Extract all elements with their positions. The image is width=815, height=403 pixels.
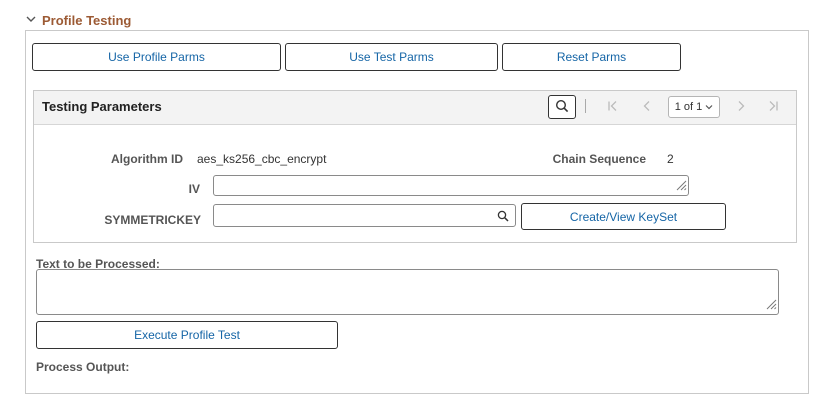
- chevron-down-icon: [705, 101, 713, 113]
- first-page-icon[interactable]: [606, 99, 620, 113]
- page-select-value: 1 of 1: [674, 101, 703, 113]
- algorithm-id-value: aes_ks256_cbc_encrypt: [197, 152, 327, 166]
- previous-page-icon[interactable]: [640, 99, 654, 113]
- section-header[interactable]: Profile Testing: [26, 11, 131, 29]
- toolbar-divider: [585, 99, 586, 113]
- execute-profile-test-button[interactable]: Execute Profile Test: [36, 321, 338, 349]
- resize-handle-icon[interactable]: [675, 179, 687, 194]
- resize-handle-icon[interactable]: [765, 298, 777, 313]
- next-page-icon[interactable]: [734, 99, 748, 113]
- section-title: Profile Testing: [42, 12, 132, 28]
- process-output-label: Process Output:: [36, 360, 130, 374]
- iv-field[interactable]: [213, 175, 689, 196]
- last-page-icon[interactable]: [766, 99, 780, 113]
- symmetrickey-label: SYMMETRICKEY: [104, 213, 201, 227]
- grid-title: Testing Parameters: [42, 99, 162, 114]
- symmetrickey-input[interactable]: [213, 204, 516, 227]
- chevron-down-icon[interactable]: [26, 13, 36, 27]
- create-view-keyset-button[interactable]: Create/View KeySet: [521, 203, 726, 230]
- text-to-process-textarea[interactable]: [36, 269, 779, 315]
- chain-sequence-value: 2: [667, 152, 674, 166]
- search-icon[interactable]: [497, 210, 509, 225]
- chain-sequence-label: Chain Sequence: [552, 152, 646, 166]
- search-icon: [555, 99, 569, 116]
- page-select[interactable]: 1 of 1: [668, 96, 720, 118]
- use-test-parms-button[interactable]: Use Test Parms: [285, 43, 498, 71]
- iv-label: IV: [188, 182, 200, 196]
- reset-parms-button[interactable]: Reset Parms: [502, 43, 681, 71]
- grid-search-button[interactable]: [548, 95, 576, 119]
- use-profile-parms-button[interactable]: Use Profile Parms: [32, 43, 281, 71]
- algorithm-id-label: Algorithm ID: [111, 152, 183, 166]
